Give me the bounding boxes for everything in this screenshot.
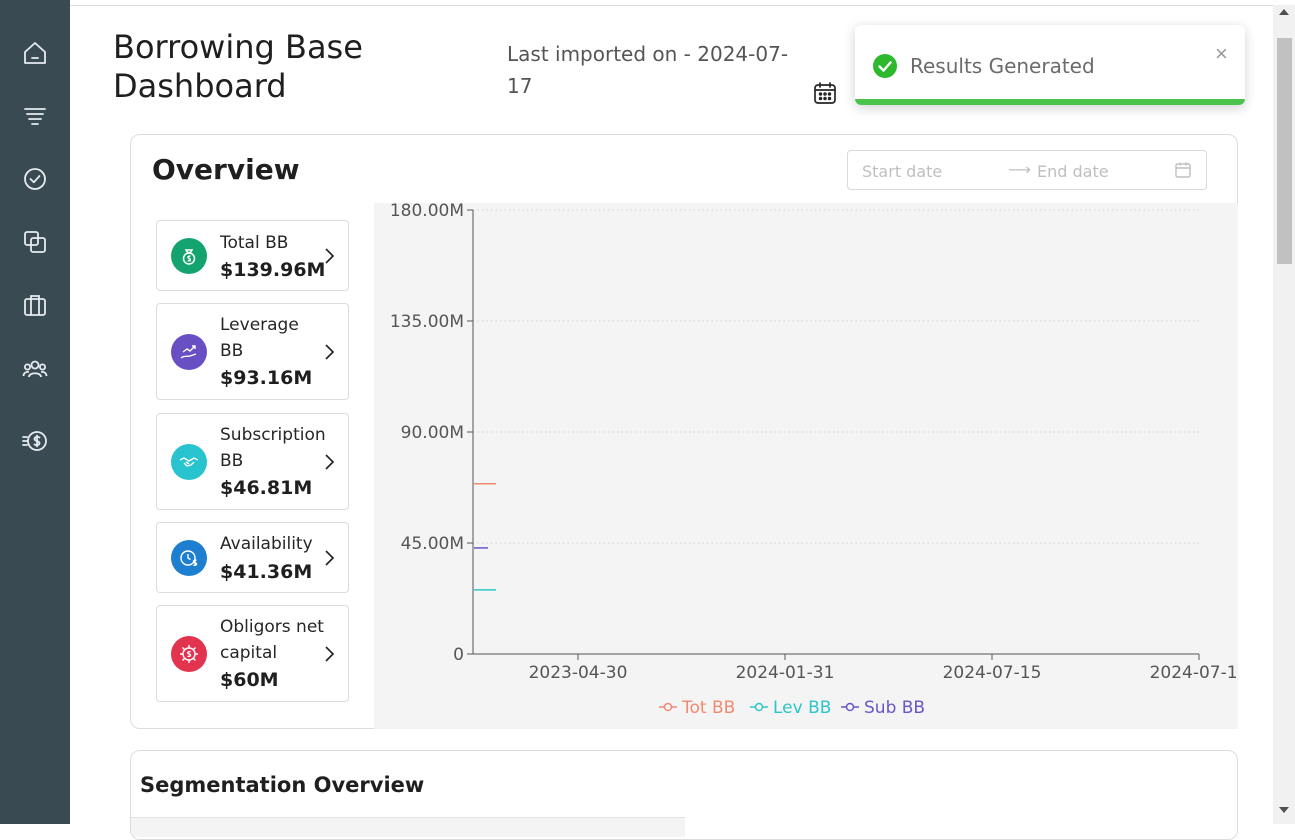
chevron-right-icon: [325, 248, 335, 264]
sidebar: [0, 0, 70, 824]
scroll-up-arrow-icon[interactable]: [1279, 9, 1289, 15]
metric-label: Obligors net capital: [220, 617, 324, 663]
x-tick-label: 2023-04-30: [529, 663, 628, 683]
segmentation-title: Segmentation Overview: [140, 773, 425, 797]
chevron-right-icon: [325, 454, 335, 470]
metric-label: Subscription BB: [220, 425, 326, 471]
metric-value: $139.96M: [220, 259, 326, 281]
segmentation-content-strip: [131, 817, 685, 837]
x-tick-label: 2024-07-15: [943, 663, 1042, 683]
overview-title: Overview: [152, 153, 300, 186]
start-date-input[interactable]: Start date: [862, 162, 942, 181]
toast-progress-bar: [855, 99, 1245, 105]
main-content: Borrowing Base Dashboard Last imported o…: [70, 5, 1273, 840]
metric-total-bb[interactable]: Total BB $139.96M: [156, 220, 349, 291]
chevron-right-icon: [325, 344, 335, 360]
legend-marker-dot: [754, 702, 764, 712]
home-icon[interactable]: [20, 38, 50, 68]
close-icon[interactable]: ×: [1215, 41, 1228, 67]
handshake-icon: [171, 444, 207, 480]
filter-icon[interactable]: [20, 102, 50, 132]
calendar-icon[interactable]: [812, 80, 838, 106]
metric-label: Availability: [220, 534, 313, 554]
last-imported-label: Last imported on - 2024-07-17: [507, 42, 789, 98]
scroll-thumb[interactable]: [1277, 38, 1292, 264]
metric-obligors-net-capital[interactable]: Obligors net capital $60M: [156, 605, 349, 702]
metric-availability[interactable]: Availability $41.36M: [156, 522, 349, 593]
date-range-picker[interactable]: Start date ⟶ End date: [847, 150, 1207, 190]
legend-marker-dot: [663, 702, 673, 712]
legend-label: Lev BB: [773, 698, 831, 718]
check-circle-icon[interactable]: [20, 164, 50, 194]
chevron-right-icon: [325, 550, 335, 566]
segmentation-card: Segmentation Overview: [130, 750, 1238, 840]
chevron-right-icon: [325, 646, 335, 662]
overview-card: Overview Start date ⟶ End date Total BB …: [130, 134, 1249, 729]
metric-value: $60M: [220, 669, 279, 691]
page-scrollbar[interactable]: [1273, 5, 1295, 824]
briefcase-icon[interactable]: [20, 290, 50, 320]
x-tick-label: 2024-07-17: [1150, 663, 1238, 683]
metric-subscription-bb[interactable]: Subscription BB $46.81M: [156, 413, 349, 510]
growth-hand-icon: [171, 334, 207, 370]
range-arrow-icon: ⟶: [1008, 162, 1031, 179]
gear-dollar-icon: [171, 636, 207, 672]
metric-value: $93.16M: [220, 367, 313, 389]
metric-leverage-bb[interactable]: Leverage BB $93.16M: [156, 303, 349, 400]
overview-chart: 0 45.00M 90.00M 135.00M 180.00M 2023-04-30 202…: [374, 201, 1249, 729]
success-check-icon: [873, 54, 897, 78]
x-tick-label: 2024-01-31: [736, 663, 835, 683]
y-tick-label: 0: [453, 645, 464, 665]
clock-dollar-icon: [171, 540, 207, 576]
metric-value: $46.81M: [220, 477, 313, 499]
users-icon[interactable]: [20, 354, 50, 384]
results-toast: Results Generated ×: [855, 25, 1245, 105]
legend-label: Tot BB: [681, 698, 735, 718]
metric-value: $41.36M: [220, 561, 313, 583]
y-tick-label: 180.00M: [390, 203, 464, 221]
money-bag-icon: [171, 238, 207, 274]
layers-icon[interactable]: [20, 227, 50, 257]
dollar-cycle-icon[interactable]: [20, 426, 50, 456]
toast-message: Results Generated: [910, 54, 1095, 78]
y-tick-label: 90.00M: [401, 423, 464, 443]
legend-marker-dot: [845, 702, 855, 712]
scroll-down-arrow-icon[interactable]: [1279, 807, 1289, 813]
end-date-input[interactable]: End date: [1037, 162, 1109, 181]
page-title: Borrowing Base Dashboard: [113, 28, 363, 105]
metric-label: Leverage BB: [220, 315, 299, 361]
line-chart: 0 45.00M 90.00M 135.00M 180.00M 2023-04-30 202…: [390, 201, 1249, 718]
calendar-icon[interactable]: [1174, 161, 1192, 179]
legend-label: Sub BB: [864, 698, 925, 718]
y-tick-label: 135.00M: [390, 312, 464, 332]
metric-label: Total BB: [220, 233, 289, 253]
y-tick-label: 45.00M: [401, 534, 464, 554]
